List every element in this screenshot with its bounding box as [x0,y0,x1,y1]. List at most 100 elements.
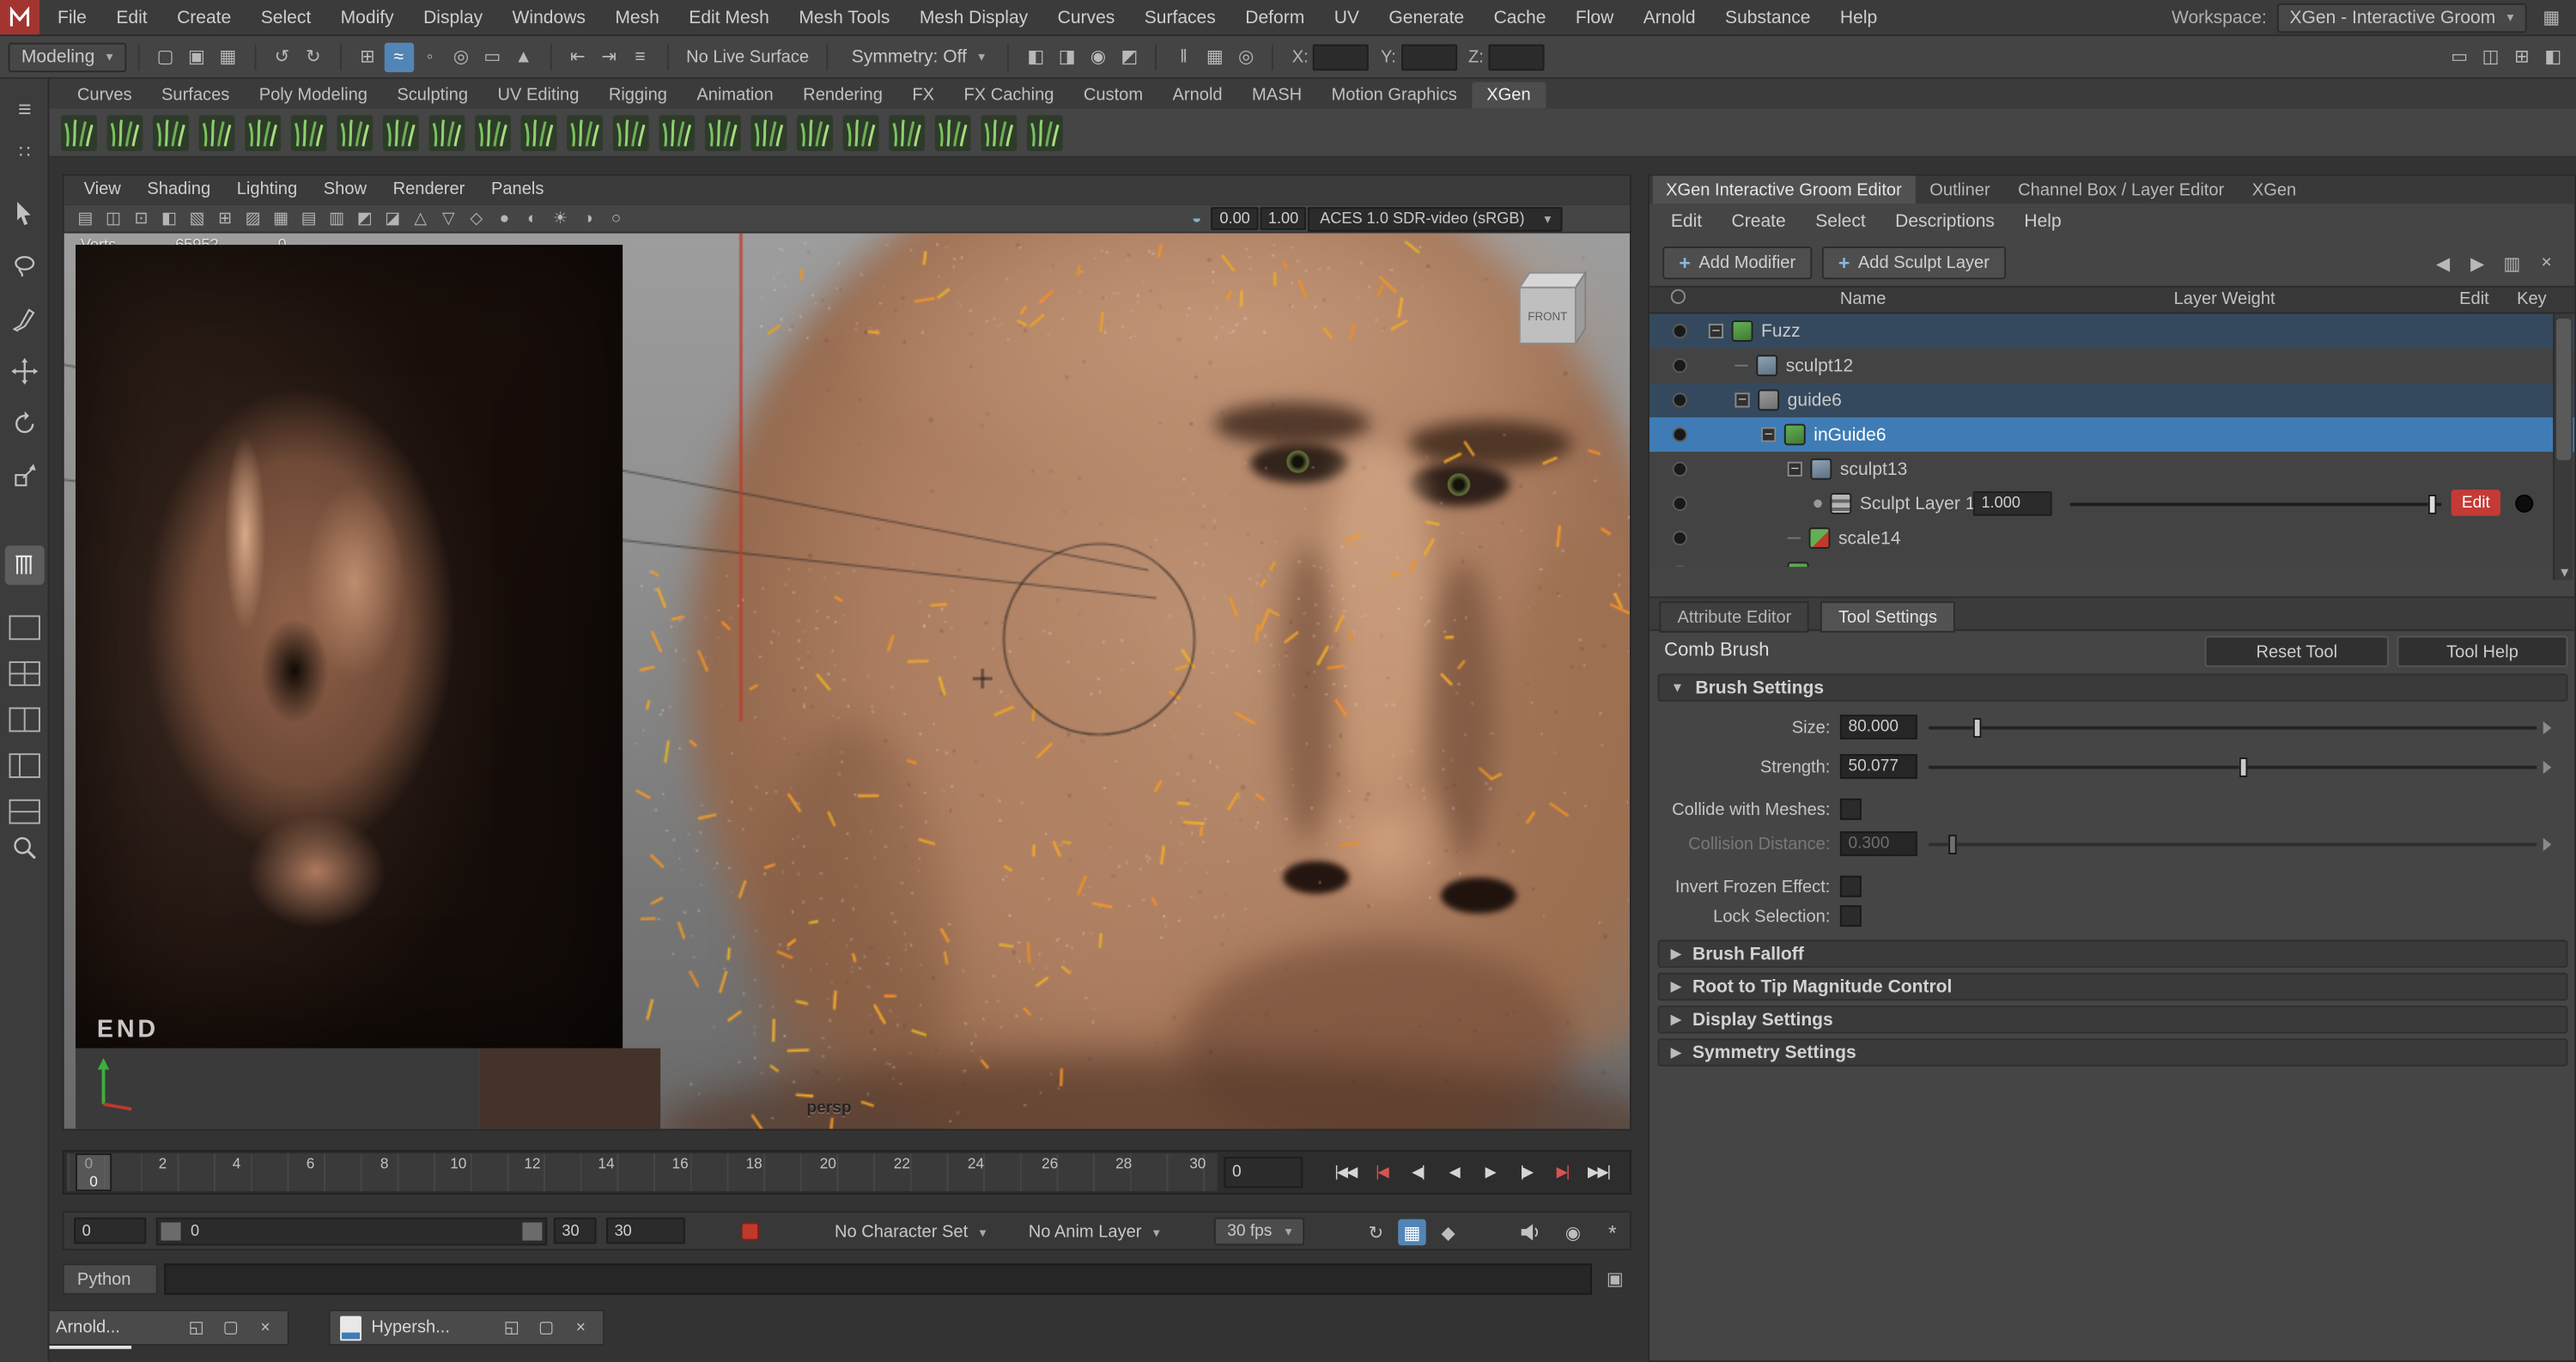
name-column-header[interactable]: Name [1748,289,1978,309]
animation-start-field[interactable]: 0 [74,1218,146,1244]
textured-icon[interactable]: ◐ [519,206,546,231]
panel-menu-icon[interactable]: ≡ [5,88,45,128]
go-to-end-button[interactable]: ▶▶| [1583,1155,1615,1189]
xgen-grab-brush-icon[interactable] [748,111,791,154]
edit-column-header[interactable]: Edit [2445,289,2504,309]
tree-row-inguide6[interactable]: − inGuide6 [1649,417,2574,452]
visibility-toggle[interactable] [1673,392,1687,407]
float-window-icon[interactable]: ◱ [184,1315,209,1341]
xgen-width-brush-icon[interactable] [380,111,422,154]
xgen-cut-brush-icon[interactable] [288,111,331,154]
visibility-toggle[interactable] [1673,462,1687,477]
snap-to-grid-icon[interactable]: ⊞ [353,42,382,71]
expand-toggle[interactable]: − [1788,462,1802,477]
capture-icon[interactable]: ◎ [1231,42,1261,71]
command-line-input[interactable] [164,1263,1592,1294]
expand-toggle[interactable]: − [1735,392,1749,407]
lasso-tool-icon[interactable] [5,246,45,286]
visibility-toggle[interactable] [1673,496,1687,511]
exposure-field[interactable]: 0.00 [1212,207,1259,230]
tree-row-fuzz[interactable]: − Fuzz [1649,313,2574,348]
step-back-key-button[interactable]: |◀ [1365,1155,1398,1189]
xgen-curves-to-guides-icon[interactable] [932,111,975,154]
workspace-selector[interactable]: XGen - Interactive Groom ▾ [2276,3,2526,32]
playback-end-field[interactable]: 30 [554,1218,597,1244]
groom-menu-4[interactable]: Help [2009,204,2076,240]
panel-menu-3[interactable]: Show [310,176,380,204]
zoom-icon[interactable] [5,828,45,867]
anim-layer-selector[interactable]: No Anim Layer ▾ [1017,1218,1171,1247]
scroll-down-icon[interactable]: ▼ [2555,565,2574,580]
shelf-tab-10[interactable]: Custom [1069,82,1158,109]
new-layer-icon[interactable]: ▥ [2497,248,2526,277]
main-menu-9[interactable]: Mesh Tools [784,0,905,35]
move-tool-icon[interactable] [5,351,45,391]
animation-preferences-icon[interactable]: * [1599,1219,1627,1246]
main-menu-8[interactable]: Edit Mesh [674,0,784,35]
character-set-selector[interactable]: No Character Set ▾ [823,1218,998,1247]
xgen-guides-icon[interactable] [840,111,883,154]
main-menu-15[interactable]: Generate [1374,0,1479,35]
groom-menu-2[interactable]: Select [1801,204,1880,240]
range-end-handle[interactable] [522,1222,542,1240]
xgen-freeze-brush-icon[interactable] [610,111,653,154]
xgen-sculpt-layer-icon[interactable] [793,111,836,154]
xgen-select-brush-icon[interactable] [655,111,698,154]
main-menu-11[interactable]: Curves [1042,0,1129,35]
use-lights-icon[interactable]: ☀ [547,206,574,231]
panel-menu-1[interactable]: Shading [134,176,223,204]
gamma-field[interactable]: 1.00 [1260,207,1307,230]
timeline-ruler[interactable]: 024681012141618202224262830 0 [67,1153,1217,1191]
size-field[interactable]: 80.000 [1840,714,1917,739]
step-forward-key-button[interactable]: ▶| [1546,1155,1578,1189]
dock-tab-2[interactable]: Channel Box / Layer Editor [2005,176,2238,204]
xgen-length-brush-icon[interactable] [241,111,284,154]
section-symmetry-settings[interactable]: ▶ Symmetry Settings [1658,1038,2568,1067]
view-transform-selector[interactable]: ACES 1.0 SDR-video (sRGB) ▾ [1309,206,1563,231]
animation-end-field[interactable]: 30 [606,1218,685,1244]
paint-select-tool-icon[interactable] [5,299,45,338]
maximize-window-icon[interactable]: ▢ [534,1315,559,1341]
audio-icon[interactable] [1516,1219,1545,1246]
pause-playback-icon[interactable]: ‖ [1169,42,1198,71]
shelf-tab-1[interactable]: Surfaces [147,82,245,109]
strength-field[interactable]: 50.077 [1840,754,1917,779]
groom-menu-3[interactable]: Descriptions [1880,204,2009,240]
collision-distance-slider-handle[interactable] [1948,835,1957,854]
gate-mask-icon[interactable]: ◩ [351,206,378,231]
reset-tool-button[interactable]: Reset Tool [2205,635,2389,666]
xgen-noise-brush-icon[interactable] [471,111,514,154]
make-live-icon[interactable]: ▲ [508,42,538,71]
main-menu-6[interactable]: Windows [497,0,600,35]
output-operations-icon[interactable]: ⇥ [594,42,623,71]
shelf-tab-3[interactable]: Sculpting [382,82,483,109]
minimized-window-arnold[interactable]: Arnold... ◱ ▢ × [13,1310,289,1346]
visibility-toggle[interactable] [1673,565,1687,567]
xgen-plant-brush-icon[interactable] [702,111,744,154]
shelf-tab-14[interactable]: XGen [1472,82,1546,109]
xgen-utilities-icon[interactable] [1024,111,1066,154]
xgen-part-brush-icon[interactable] [563,111,606,154]
auto-key-icon[interactable]: ◆ [1434,1219,1462,1246]
visibility-toggle[interactable] [1673,427,1687,441]
tool-help-button[interactable]: Tool Help [2397,635,2568,666]
smooth-shade-icon[interactable]: ● [491,206,518,231]
layer-weight-column-header[interactable]: Layer Weight [2044,289,2405,309]
visibility-toggle[interactable] [1673,324,1687,338]
tree-scrollbar[interactable]: ▼ [2553,313,2573,580]
invert-frozen-effect-checkbox[interactable] [1840,876,1862,897]
playhead[interactable]: 0 [76,1153,112,1191]
snap-keys-icon[interactable]: ▦ [1398,1219,1426,1246]
delete-layer-icon[interactable]: × [2531,248,2561,277]
input-operations-icon[interactable]: ⇤ [563,42,592,71]
shelf-tab-11[interactable]: Arnold [1157,82,1237,109]
rotate-tool-icon[interactable] [5,404,45,444]
snap-to-projected-center-icon[interactable]: ◎ [447,42,476,71]
tree-row-partial[interactable] [1649,556,2574,567]
shelf-tab-6[interactable]: Animation [682,82,788,109]
xgen-comb-brush-icon[interactable] [196,111,239,154]
persp-outliner-layout-icon[interactable] [5,746,45,786]
main-menu-1[interactable]: Edit [101,0,162,35]
undo-groom-icon[interactable]: ◀ [2428,248,2458,277]
xgen-preset-icon[interactable] [977,111,1020,154]
